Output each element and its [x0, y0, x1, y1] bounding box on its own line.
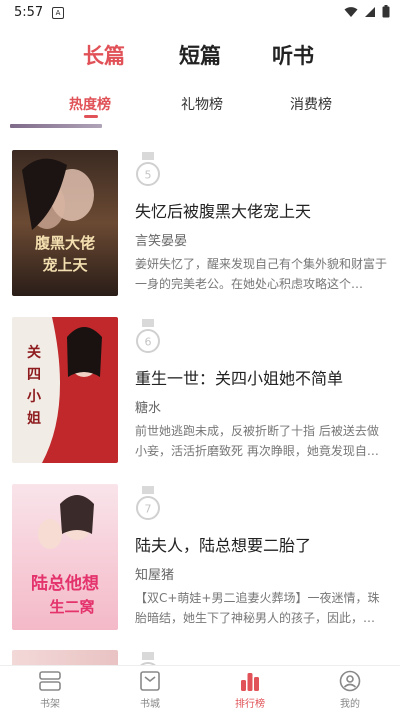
nav-label: 排行榜: [235, 699, 265, 710]
tab-audio[interactable]: 听书: [272, 40, 314, 70]
store-icon: [140, 671, 160, 691]
book-description: 前世她逃跑未成，反被折断了十指 后被送去做小妾，活活折磨致死 再次睁眼，她竟发现…: [135, 424, 379, 458]
a-icon: A: [52, 7, 64, 19]
svg-text:陆总他想: 陆总他想: [31, 573, 99, 594]
book-item[interactable]: 陆总他想 生二窝 7 陆夫人，陆总想要二胎了 知屋猪 【双C+萌娃+男二追妻火葬…: [0, 484, 400, 634]
bookshelf-icon: [39, 671, 61, 691]
book-description: 【双C+萌娃+男二追妻火葬场】一夜迷情，珠胎暗结，她生下了神秘男人的孩子，因此，…: [135, 591, 380, 625]
tab-spending[interactable]: 消费榜: [290, 94, 332, 114]
nav-label: 我的: [340, 699, 360, 710]
status-bar: 5:57 A: [0, 0, 400, 26]
book-author: 糖水: [135, 401, 162, 416]
book-cover[interactable]: 陆总他想 生二窝: [12, 484, 118, 630]
status-time: 5:57: [14, 5, 44, 20]
tab-long[interactable]: 长篇: [83, 40, 125, 70]
book-author: 言笑晏晏: [135, 234, 188, 249]
tab-popularity[interactable]: 热度榜: [69, 94, 111, 114]
nav-ranking[interactable]: 排行榜: [210, 666, 290, 711]
signal-icon: [365, 6, 375, 17]
sub-tabs: 热度榜 礼物榜 消费榜: [0, 94, 400, 120]
svg-text:姐: 姐: [27, 410, 41, 427]
nav-label: 书架: [40, 699, 60, 710]
rank-medal-icon: 5: [136, 152, 160, 186]
book-title[interactable]: 重生一世：关四小姐她不简单: [135, 365, 343, 389]
previous-cover-edge: [10, 124, 102, 128]
book-cover[interactable]: 关 四 小 姐: [12, 317, 118, 463]
svg-text:四: 四: [27, 367, 41, 383]
book-item[interactable]: 关 四 小 姐 6 重生一世：关四小姐她不简单 糖水 前世她逃跑未成，反被折断了…: [0, 317, 400, 467]
profile-icon: [339, 670, 361, 692]
nav-bookshelf[interactable]: 书架: [10, 666, 90, 711]
top-tabs: 长篇 短篇 听书: [0, 40, 400, 76]
svg-text:宠上天: 宠上天: [42, 256, 88, 274]
tab-short[interactable]: 短篇: [179, 40, 221, 70]
book-cover[interactable]: 腹黑大佬 宠上天: [12, 150, 118, 296]
svg-text:关: 关: [27, 344, 41, 361]
nav-profile[interactable]: 我的: [310, 666, 390, 711]
nav-store[interactable]: 书城: [110, 666, 190, 711]
rank-number: 7: [145, 503, 152, 516]
nav-label: 书城: [140, 699, 160, 710]
svg-text:生二窝: 生二窝: [49, 598, 94, 616]
svg-text:腹黑大佬: 腹黑大佬: [35, 234, 95, 252]
book-title[interactable]: 陆夫人，陆总想要二胎了: [135, 532, 311, 556]
wifi-icon: [344, 6, 358, 17]
bottom-nav: 书架 书城 排行榜 我的: [0, 665, 400, 711]
battery-icon: [382, 5, 390, 18]
book-item[interactable]: 腹黑大佬 宠上天 5 失忆后被腹黑大佬宠上天 言笑晏晏 姜妍失忆了，醒来发现自己…: [0, 150, 400, 300]
active-tab-indicator: [84, 115, 98, 118]
book-title[interactable]: 失忆后被腹黑大佬宠上天: [135, 198, 311, 222]
svg-text:小: 小: [27, 389, 41, 405]
rank-number: 5: [145, 169, 152, 182]
tab-gift[interactable]: 礼物榜: [181, 94, 223, 114]
rank-number: 6: [145, 336, 152, 349]
rank-medal-icon: 6: [136, 319, 160, 353]
book-description: 姜妍失忆了，醒来发现自己有个集外貌和财富于一身的完美老公。在她处心积虑攻略这个…: [135, 257, 388, 291]
book-author: 知屋猪: [135, 568, 175, 583]
rank-medal-icon: 7: [136, 486, 160, 520]
ranking-icon: [241, 673, 259, 691]
